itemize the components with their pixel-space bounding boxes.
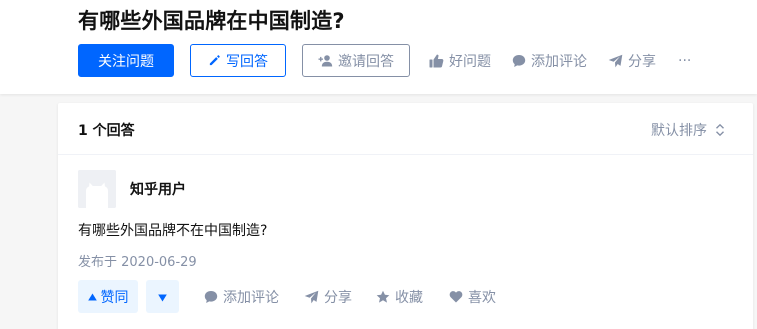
- write-answer-label: 写回答: [226, 53, 268, 70]
- answer-list-header: 1 个回答 默认排序: [58, 103, 753, 155]
- answer-content: 有哪些外国品牌不在中国制造?: [78, 223, 268, 239]
- follow-question-label: 关注问题: [98, 53, 154, 70]
- upvote-button[interactable]: 赞同: [78, 280, 138, 313]
- collect-button[interactable]: 收藏: [376, 280, 423, 313]
- more-button[interactable]: ···: [678, 44, 691, 77]
- question-header: 有哪些外国品牌在中国制造? 关注问题 写回答 邀请回答 好问题 添加评论 分享 …: [0, 0, 757, 94]
- answer-publish-time[interactable]: 发布于 2020-06-29: [78, 251, 197, 270]
- good-question-label: 好问题: [449, 53, 491, 70]
- sort-label: 默认排序: [651, 123, 707, 139]
- thumbs-up-icon: [429, 54, 444, 68]
- pencil-icon: [208, 54, 221, 67]
- question-title: 有哪些外国品牌在中国制造?: [78, 9, 345, 33]
- answer-comment-button[interactable]: 添加评论: [204, 280, 279, 313]
- answer-list-card: 1 个回答 默认排序 知乎用户 有哪些外国品牌不在中国制造? 发布于 2020-…: [58, 103, 753, 329]
- triangle-up-icon: [87, 293, 97, 301]
- like-button[interactable]: 喜欢: [449, 280, 496, 313]
- like-label: 喜欢: [468, 289, 496, 306]
- answer-share-label: 分享: [324, 289, 352, 306]
- default-avatar-icon: [78, 170, 116, 208]
- heart-icon: [449, 290, 463, 303]
- good-question-button[interactable]: 好问题: [429, 44, 491, 77]
- answer-comment-label: 添加评论: [223, 289, 279, 306]
- add-comment-button[interactable]: 添加评论: [512, 44, 587, 77]
- star-icon: [376, 290, 390, 304]
- more-label: ···: [678, 52, 692, 69]
- sort-arrows-icon: [715, 123, 725, 137]
- downvote-button[interactable]: [146, 280, 179, 313]
- collect-label: 收藏: [395, 289, 423, 306]
- triangle-down-icon: [158, 287, 167, 306]
- add-person-icon: [318, 54, 333, 67]
- paper-plane-icon: [304, 290, 319, 304]
- write-answer-button[interactable]: 写回答: [190, 44, 286, 77]
- invite-answer-label: 邀请回答: [338, 53, 394, 70]
- share-question-label: 分享: [628, 53, 656, 70]
- follow-question-button[interactable]: 关注问题: [78, 44, 174, 77]
- add-comment-label: 添加评论: [531, 53, 587, 70]
- author-name[interactable]: 知乎用户: [130, 179, 186, 199]
- author-avatar[interactable]: [78, 170, 116, 208]
- answer-count: 1 个回答: [78, 123, 135, 139]
- paper-plane-icon: [608, 54, 623, 68]
- share-question-button[interactable]: 分享: [608, 44, 656, 77]
- invite-answer-button[interactable]: 邀请回答: [302, 44, 410, 77]
- comment-icon: [512, 54, 526, 68]
- answer-share-button[interactable]: 分享: [304, 280, 352, 313]
- sort-dropdown[interactable]: 默认排序: [651, 120, 725, 140]
- comment-icon: [204, 290, 218, 304]
- upvote-label: 赞同: [100, 289, 129, 306]
